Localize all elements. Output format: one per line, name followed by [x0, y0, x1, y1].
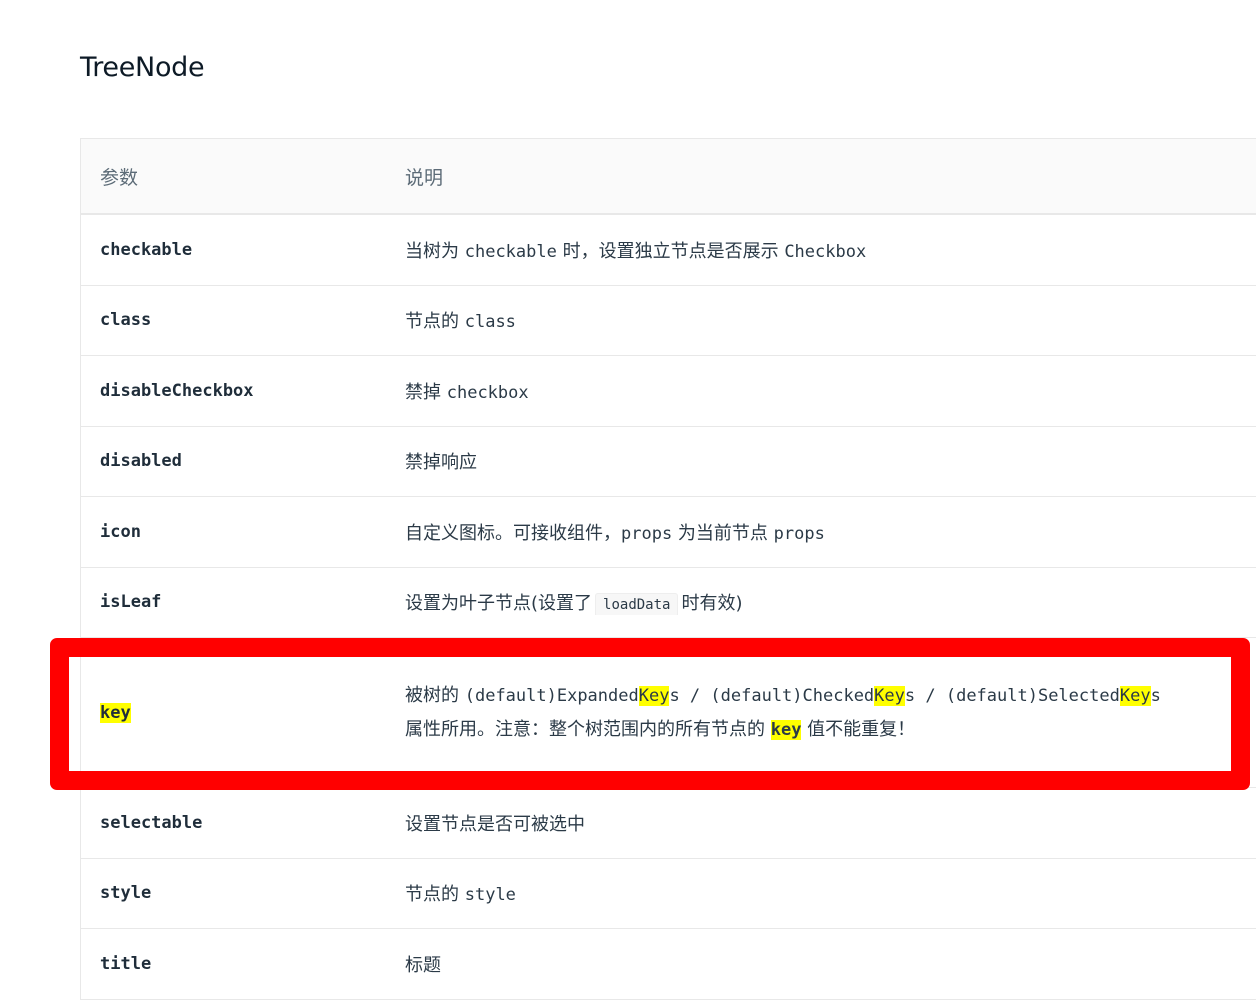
- param-style: style: [100, 883, 152, 904]
- desc-code: style: [464, 885, 516, 906]
- desc-text: 被树的: [405, 684, 465, 706]
- desc-text: 为当前节点: [672, 522, 774, 544]
- table-row: isLeaf 设置为叶子节点(设置了 loadData 时有效): [81, 568, 1256, 638]
- table-row: disableCheckbox 禁掉 checkbox: [81, 356, 1256, 427]
- desc-code: checkable: [464, 241, 557, 262]
- desc-key-line2: 属性所用。注意：整个树范围内的所有节点的 key 值不能重复！: [405, 713, 1256, 747]
- table-row: style 节点的 style: [81, 859, 1256, 929]
- desc-text: 时，设置独立节点是否展示: [556, 240, 785, 262]
- page-title: TreeNode: [80, 52, 205, 83]
- header-desc: 说明: [405, 166, 444, 189]
- desc-text: 值不能重复！: [801, 718, 916, 740]
- search-match: key: [770, 719, 802, 740]
- desc-text: 时有效): [681, 593, 743, 615]
- inline-code: loadData: [595, 593, 679, 616]
- desc-text: 属性所用。注意：整个树范围内的所有节点的: [405, 718, 771, 740]
- desc-title: 标题: [405, 954, 441, 976]
- desc-text: 禁掉: [405, 381, 447, 403]
- desc-text: 节点的: [405, 311, 465, 333]
- param-checkable: checkable: [100, 239, 193, 260]
- desc-key: 被树的 (default)ExpandedKeys / (default)Che…: [405, 679, 1256, 747]
- table-row: class 节点的 class: [81, 286, 1256, 356]
- desc-key-line1: 被树的 (default)ExpandedKeys / (default)Che…: [405, 679, 1256, 713]
- search-match: Key: [638, 685, 670, 706]
- param-disablecheckbox: disableCheckbox: [100, 380, 254, 401]
- table-row: icon 自定义图标。可接收组件，props 为当前节点 props: [81, 497, 1256, 568]
- param-icon: icon: [100, 521, 141, 542]
- desc-isleaf: 设置为叶子节点(设置了 loadData 时有效): [405, 589, 1256, 616]
- param-disabled: disabled: [100, 451, 182, 472]
- search-match: Key: [1119, 685, 1151, 706]
- desc-code: (default)Checked: [710, 685, 875, 706]
- desc-style: 节点的 style: [405, 880, 1256, 906]
- desc-selectable: 设置节点是否可被选中: [405, 813, 585, 835]
- param-title: title: [100, 953, 152, 974]
- api-table: 参数 说明 checkable 当树为 checkable 时，设置独立节点是否…: [80, 138, 1256, 1000]
- desc-text: 自定义图标。可接收组件，: [405, 522, 621, 544]
- desc-text: 当树为: [405, 240, 465, 262]
- table-header-row: 参数 说明: [81, 139, 1256, 215]
- desc-code: props: [621, 523, 673, 544]
- table-row: selectable 设置节点是否可被选中: [81, 788, 1256, 859]
- param-class: class: [100, 310, 152, 331]
- header-param: 参数: [100, 166, 139, 189]
- desc-code: class: [464, 312, 516, 333]
- param-key: key: [100, 702, 131, 723]
- desc-icon: 自定义图标。可接收组件，props 为当前节点 props: [405, 519, 1256, 545]
- desc-code: props: [773, 523, 825, 544]
- desc-code: Checkbox: [784, 241, 867, 262]
- desc-code: (default)Selected: [945, 685, 1120, 706]
- desc-text: 节点的: [405, 884, 465, 906]
- desc-disabled: 禁掉响应: [405, 452, 477, 474]
- table-row: title 标题: [81, 929, 1256, 1000]
- desc-code: (default)Expanded: [464, 685, 639, 706]
- desc-code: s /: [904, 685, 946, 706]
- search-match: Key: [874, 685, 905, 706]
- desc-disablecheckbox: 禁掉 checkbox: [405, 378, 1256, 404]
- desc-code: checkbox: [446, 382, 529, 403]
- desc-class: 节点的 class: [405, 307, 1256, 333]
- desc-code: s /: [669, 685, 711, 706]
- param-selectable: selectable: [100, 812, 203, 833]
- param-isleaf: isLeaf: [100, 592, 162, 613]
- table-row-key: key 被树的 (default)ExpandedKeys / (default…: [81, 638, 1256, 788]
- table-row: disabled 禁掉响应: [81, 427, 1256, 497]
- desc-text: 设置为叶子节点(设置了: [405, 593, 593, 615]
- desc-code: s: [1150, 685, 1161, 706]
- table-row: checkable 当树为 checkable 时，设置独立节点是否展示 Che…: [81, 215, 1256, 286]
- desc-checkable: 当树为 checkable 时，设置独立节点是否展示 Checkbox: [405, 237, 1256, 263]
